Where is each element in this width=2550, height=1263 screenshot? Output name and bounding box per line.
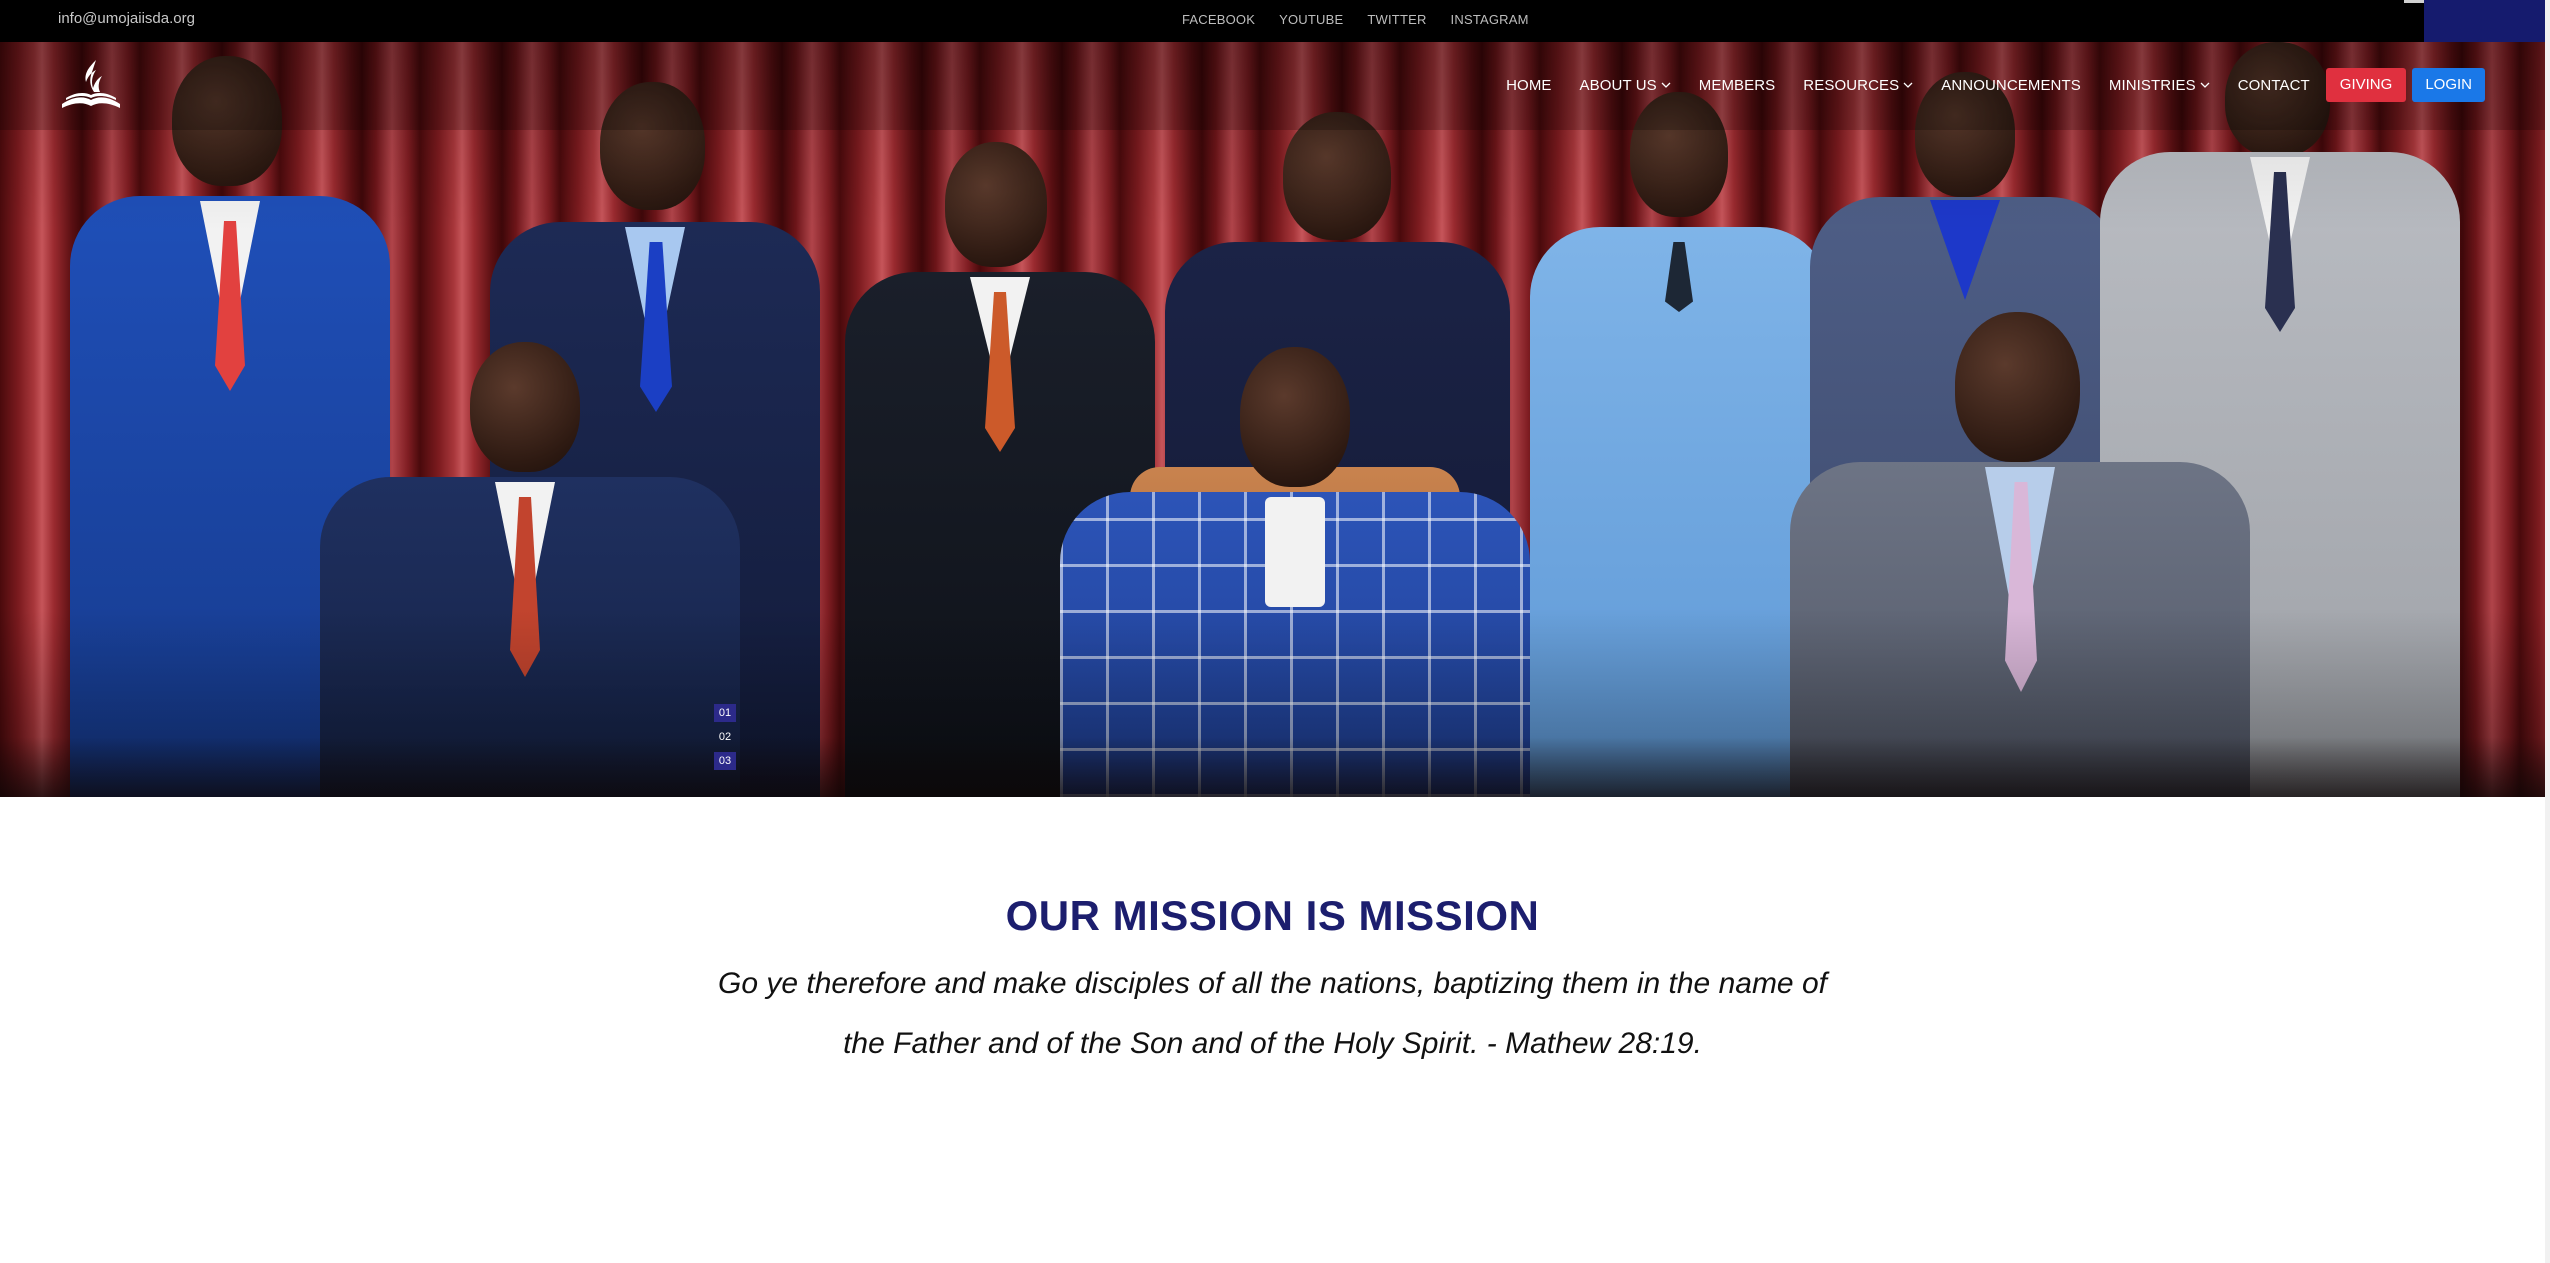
chevron-down-icon — [1903, 82, 1913, 88]
nav-home[interactable]: HOME — [1506, 77, 1551, 94]
page-scrollbar[interactable] — [2545, 0, 2550, 1263]
person-seated-left — [320, 342, 740, 797]
nav-contact-label: CONTACT — [2237, 76, 2310, 94]
social-links: FACEBOOK YOUTUBE TWITTER INSTAGRAM — [1182, 0, 1529, 38]
person-seated-center — [1060, 347, 1530, 797]
corner-tab[interactable] — [2424, 0, 2550, 42]
nav-ministries-label: MINISTRIES — [2108, 76, 2196, 94]
mission-verse: Go ye therefore and make disciples of al… — [700, 954, 1845, 1074]
contact-email[interactable]: info@umojaiisda.org — [58, 0, 195, 38]
nav-announcements-label: ANNOUNCEMENTS — [1941, 76, 2081, 94]
login-button[interactable]: LOGIN — [2412, 68, 2485, 102]
nav-home-label: HOME — [1506, 76, 1552, 94]
facebook-link[interactable]: FACEBOOK — [1182, 12, 1255, 27]
adventist-logo-icon[interactable] — [58, 58, 124, 114]
slide-dot-1[interactable]: 01 — [714, 704, 736, 722]
nav-members-label: MEMBERS — [1698, 76, 1776, 94]
instagram-link[interactable]: INSTAGRAM — [1451, 12, 1529, 27]
chevron-down-icon — [1661, 82, 1671, 88]
person-seated-right — [1790, 312, 2250, 797]
nav-resources-label: RESOURCES — [1803, 76, 1900, 94]
top-bar: info@umojaiisda.org FACEBOOK YOUTUBE TWI… — [0, 0, 2550, 42]
slide-dot-3[interactable]: 03 — [714, 752, 736, 770]
mission-verse-line-1: Go ye therefore and make disciples of al… — [718, 967, 1827, 1000]
floor-shadow — [0, 737, 2545, 797]
twitter-link[interactable]: TWITTER — [1367, 12, 1426, 27]
nav-announcements[interactable]: ANNOUNCEMENTS — [1941, 77, 2081, 94]
nav-ministries[interactable]: MINISTRIES — [2109, 77, 2210, 94]
nav-about-us[interactable]: ABOUT US — [1580, 77, 1671, 94]
slider-pagination: 01 02 03 — [714, 704, 736, 770]
mission-title: OUR MISSION IS MISSION — [1005, 892, 1540, 939]
nav-menu: HOME ABOUT US MEMBERS RESOURCES ANNOUNCE… — [1506, 68, 2485, 102]
person-standing-5 — [1530, 92, 1830, 797]
nav-members[interactable]: MEMBERS — [1699, 77, 1776, 94]
main-navbar: HOME ABOUT US MEMBERS RESOURCES ANNOUNCE… — [0, 42, 2545, 130]
nav-contact[interactable]: CONTACT — [2238, 77, 2310, 94]
giving-button[interactable]: GIVING — [2325, 68, 2407, 102]
slide-dot-2[interactable]: 02 — [714, 728, 736, 746]
hero-slider: HOME ABOUT US MEMBERS RESOURCES ANNOUNCE… — [0, 42, 2545, 797]
chevron-down-icon — [2200, 82, 2210, 88]
nav-resources[interactable]: RESOURCES — [1803, 77, 1913, 94]
nav-about-us-label: ABOUT US — [1579, 76, 1657, 94]
youtube-link[interactable]: YOUTUBE — [1279, 12, 1343, 27]
mission-verse-line-2: the Father and of the Son and of the Hol… — [843, 1027, 1702, 1060]
